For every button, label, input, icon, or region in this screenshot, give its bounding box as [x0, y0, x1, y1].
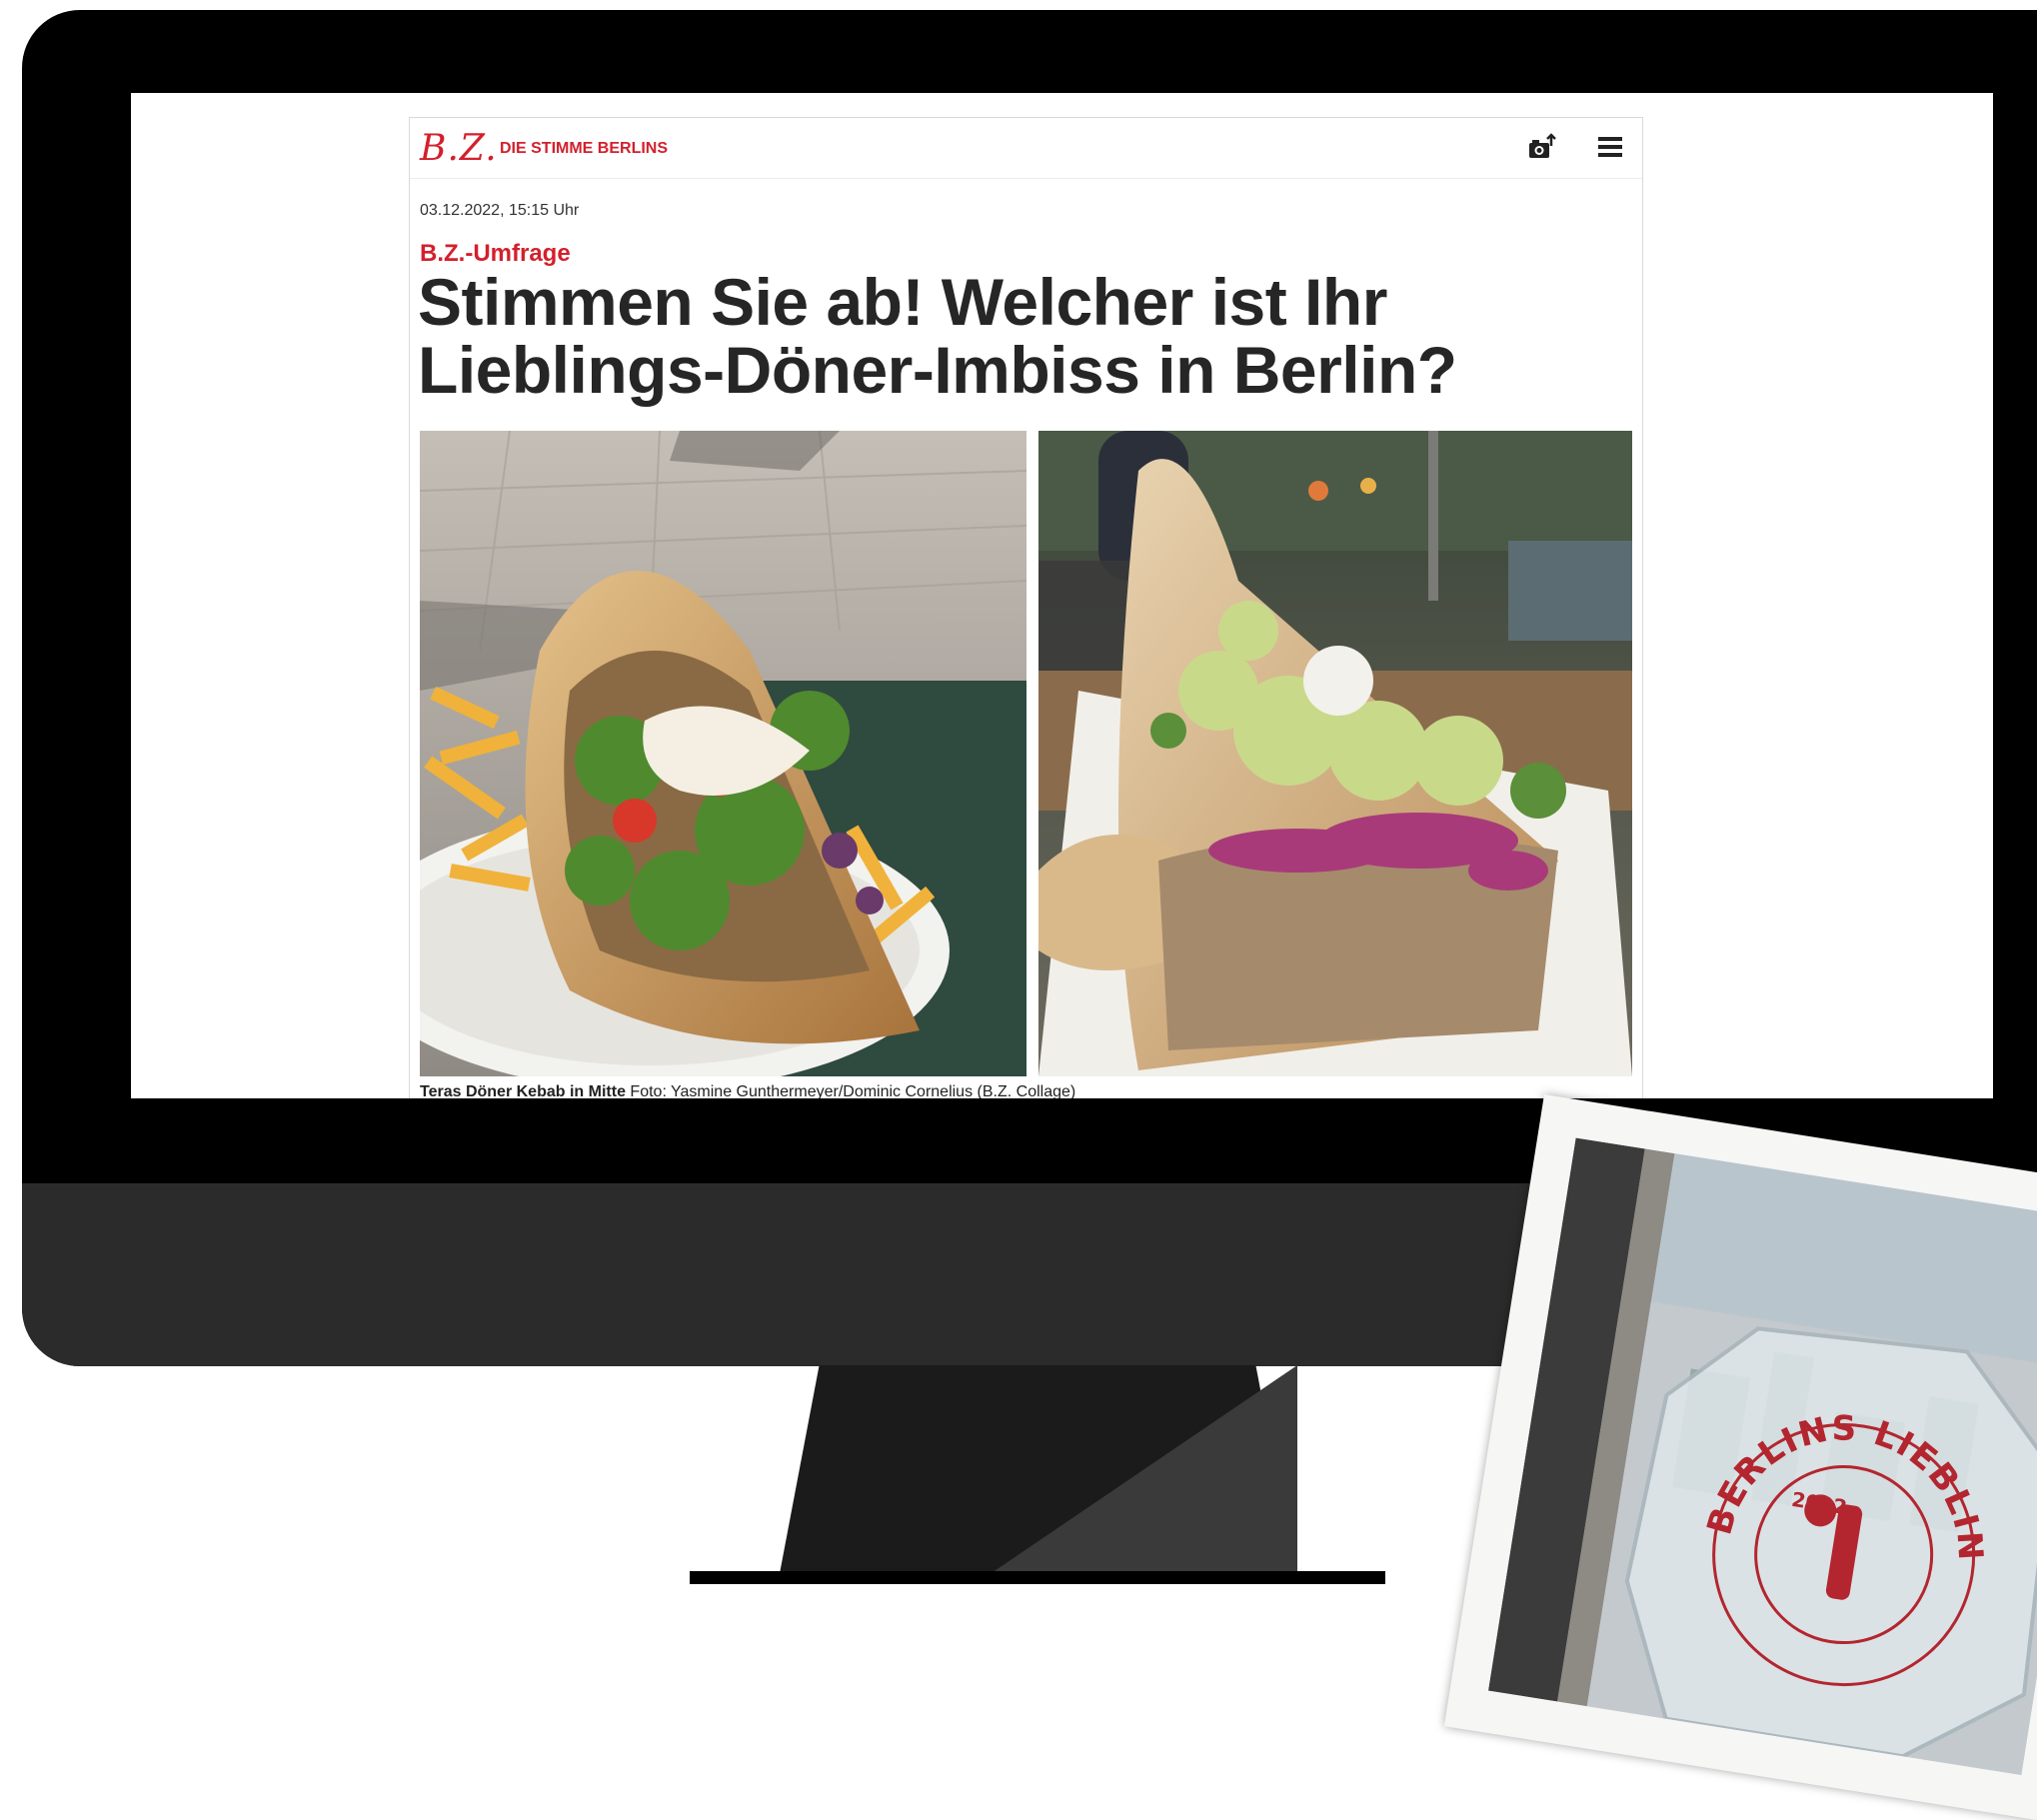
doner-photo-left[interactable]	[420, 431, 1026, 1076]
article-headline: Stimmen Sie ab! Welcher ist Ihr Liebling…	[418, 268, 1617, 404]
award-photo: BERLINS LIEBLINGSDÖNER 2022	[1487, 1137, 2037, 1776]
caption-credit: Foto: Yasmine Gunthermeyer/Dominic Corne…	[630, 1083, 1076, 1098]
badge-year: 2022	[1790, 1487, 1849, 1519]
headline-line-1: Stimmen Sie ab! Welcher ist Ihr	[418, 265, 1387, 339]
badge-text: BERLINS LIEBLINGSDÖNER	[1502, 1137, 2037, 1578]
caption-title: Teras Döner Kebab in Mitte	[420, 1083, 626, 1098]
monitor-screen: B.Z. DIE STIMME BERLINS 03.12.2022, 15:1…	[131, 93, 1993, 1098]
article-date: 03.12.2022, 15:15 Uhr	[420, 202, 580, 219]
svg-text:BERLINS LIEBLINGSDÖNER: BERLINS LIEBLINGSDÖNER	[1502, 1137, 2037, 1578]
headline-line-2: Lieblings-Döner-Imbiss in Berlin?	[418, 333, 1457, 407]
site-tagline: DIE STIMME BERLINS	[500, 140, 669, 157]
article-kicker[interactable]: B.Z.-Umfrage	[420, 240, 571, 268]
polaroid-photo: BERLINS LIEBLINGSDÖNER 2022	[1443, 1094, 2037, 1820]
hamburger-menu-icon[interactable]	[1596, 132, 1626, 162]
camera-upload-icon[interactable]	[1527, 132, 1557, 162]
article-page: B.Z. DIE STIMME BERLINS 03.12.2022, 15:1…	[409, 117, 1643, 1098]
doner-photo-right[interactable]	[1038, 431, 1632, 1076]
site-logo[interactable]: B.Z.	[420, 128, 498, 169]
photo-caption: Teras Döner Kebab in Mitte Foto: Yasmine…	[420, 1083, 1075, 1098]
monitor-base	[690, 1571, 1385, 1584]
site-header: B.Z. DIE STIMME BERLINS	[410, 118, 1642, 179]
